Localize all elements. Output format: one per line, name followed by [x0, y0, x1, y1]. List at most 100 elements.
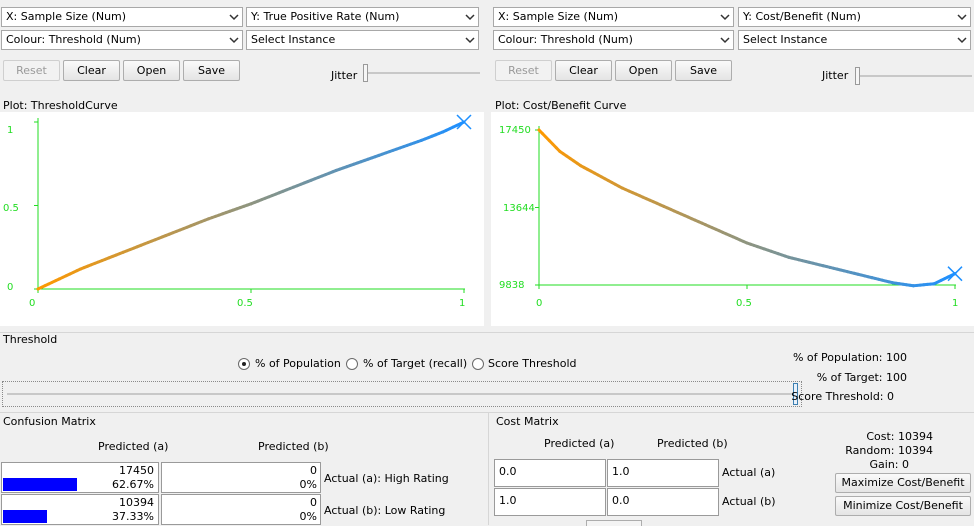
reset-button-right[interactable]: Reset: [495, 60, 552, 81]
jitter-slider-thumb-right[interactable]: [855, 67, 860, 85]
instance-select[interactable]: Select Instance: [246, 30, 479, 50]
threshold-slider[interactable]: [2, 381, 802, 407]
cell-count: 17450: [119, 464, 154, 477]
jitter-slider-thumb[interactable]: [363, 64, 368, 82]
x-tick: 0.5: [237, 298, 253, 309]
stat-score-threshold: Score Threshold: 0: [791, 390, 894, 403]
chevron-down-icon: [956, 11, 968, 23]
maximize-cost-benefit-button[interactable]: Maximize Cost/Benefit: [835, 473, 971, 493]
y-tick: 17450: [499, 125, 531, 136]
y-axis-select-label: Y: True Positive Rate (Num): [251, 10, 399, 23]
radio-score[interactable]: [472, 358, 484, 370]
confusion-matrix-title: Confusion Matrix: [3, 415, 96, 428]
y-tick: 0: [7, 282, 13, 293]
cost-stat: Cost: 10394: [866, 430, 933, 443]
radio-population[interactable]: [238, 358, 250, 370]
cost-col-a: Predicted (a): [544, 437, 614, 450]
reset-button[interactable]: Reset: [3, 60, 60, 81]
chevron-down-icon: [464, 11, 476, 23]
data-point: [441, 131, 444, 134]
clear-button-right[interactable]: Clear: [555, 60, 612, 81]
selected-point-marker: [457, 115, 471, 129]
radio-target-label[interactable]: % of Target (recall): [363, 357, 467, 370]
x-tick: 1: [952, 298, 958, 309]
jitter-label: Jitter: [331, 69, 357, 82]
colour-select-label: Colour: Threshold (Num): [498, 33, 633, 46]
cost-input-ab[interactable]: 1.0: [607, 459, 719, 487]
open-button[interactable]: Open: [123, 60, 180, 81]
stat-population: % of Population: 100: [793, 351, 907, 364]
data-point: [164, 234, 167, 237]
radio-population-label[interactable]: % of Population: [255, 357, 341, 370]
divider: [0, 412, 974, 413]
data-point: [870, 276, 873, 279]
confusion-row-label: Actual (b): Low Rating: [324, 504, 445, 517]
x-tick: 1: [459, 298, 465, 309]
x-axis-select[interactable]: X: Sample Size (Num): [1, 7, 243, 27]
chevron-down-icon: [719, 11, 731, 23]
data-point: [207, 217, 210, 220]
data-point: [579, 164, 582, 167]
instance-select-label: Select Instance: [251, 33, 335, 46]
threshold-curve-plot[interactable]: 1 0.5 0 0 0.5 1: [0, 112, 484, 326]
cell-percent: 0%: [300, 478, 317, 491]
y-tick: 0.5: [3, 203, 19, 214]
confusion-bar: [3, 478, 77, 491]
chevron-down-icon: [228, 34, 240, 46]
plot-title-left: Plot: ThresholdCurve: [3, 99, 118, 112]
data-point: [377, 154, 380, 157]
confusion-col-a: Predicted (a): [98, 440, 168, 453]
instance-select-right[interactable]: Select Instance: [738, 30, 971, 50]
threshold-section-label: Threshold: [3, 333, 57, 346]
confusion-cell-aa: 17450 62.67%: [1, 462, 159, 493]
x-axis-select-label: X: Sample Size (Num): [6, 10, 126, 23]
cost-benefit-plot[interactable]: 17450 13644 9838 0 0.5 1: [491, 112, 974, 326]
threshold-slider-track: [7, 393, 797, 395]
data-point: [37, 288, 40, 291]
cell-percent: 37.33%: [112, 510, 154, 523]
selected-point-marker: [948, 267, 962, 281]
data-point: [912, 284, 915, 287]
cell-percent: 0%: [300, 510, 317, 523]
data-point: [292, 186, 295, 189]
x-axis-select-right[interactable]: X: Sample Size (Num): [493, 7, 734, 27]
minimize-cost-small-button[interactable]: [586, 520, 642, 526]
minimize-cost-benefit-button[interactable]: Minimize Cost/Benefit: [835, 496, 971, 516]
cost-input-ba[interactable]: 1.0: [494, 488, 606, 516]
y-axis-select-label: Y: Cost/Benefit (Num): [743, 10, 861, 23]
y-tick: 9838: [499, 280, 524, 291]
divider: [488, 413, 489, 525]
colour-select[interactable]: Colour: Threshold (Num): [1, 30, 243, 50]
y-tick: 13644: [503, 203, 535, 214]
data-point: [891, 281, 894, 284]
x-tick: 0: [536, 298, 542, 309]
cost-input-aa[interactable]: 0.0: [494, 459, 606, 487]
threshold-curve-svg: 1 0.5 0 0 0.5 1: [0, 112, 484, 326]
y-tick: 1: [7, 125, 13, 136]
y-axis-select-right[interactable]: Y: Cost/Benefit (Num): [738, 7, 971, 27]
cell-count: 10394: [119, 496, 154, 509]
radio-score-label[interactable]: Score Threshold: [488, 357, 577, 370]
data-point: [558, 150, 561, 153]
colour-select-right[interactable]: Colour: Threshold (Num): [493, 30, 734, 50]
save-button-right[interactable]: Save: [675, 60, 732, 81]
cost-matrix-title: Cost Matrix: [496, 415, 559, 428]
jitter-slider-track-right[interactable]: [855, 75, 972, 77]
data-point: [746, 242, 749, 245]
clear-button[interactable]: Clear: [63, 60, 120, 81]
x-tick: 0: [29, 298, 35, 309]
save-button[interactable]: Save: [183, 60, 240, 81]
confusion-cell-ab: 0 0%: [161, 462, 321, 493]
radio-target[interactable]: [346, 358, 358, 370]
chevron-down-icon: [956, 34, 968, 46]
cost-input-bb[interactable]: 0.0: [607, 488, 719, 516]
data-point: [829, 266, 832, 269]
data-point: [662, 205, 665, 208]
jitter-slider-track[interactable]: [363, 72, 480, 74]
data-point: [787, 256, 790, 259]
open-button-right[interactable]: Open: [615, 60, 672, 81]
chevron-down-icon: [719, 34, 731, 46]
y-axis-select[interactable]: Y: True Positive Rate (Num): [246, 7, 479, 27]
data-point: [933, 282, 936, 285]
data-point: [79, 267, 82, 270]
